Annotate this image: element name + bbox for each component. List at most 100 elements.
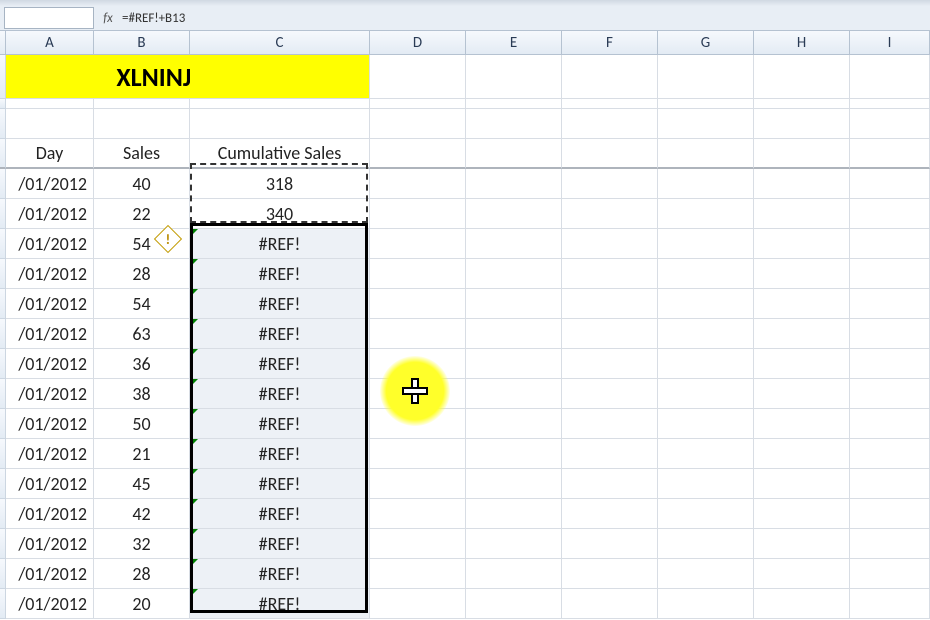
cell[interactable]: [850, 139, 930, 169]
cell-ref-error[interactable]: #REF!: [190, 589, 370, 619]
cell[interactable]: [466, 259, 562, 289]
cell[interactable]: [850, 289, 930, 319]
cell[interactable]: [658, 109, 754, 139]
cell[interactable]: [94, 109, 190, 139]
cell[interactable]: [370, 319, 466, 349]
cell[interactable]: [658, 469, 754, 499]
column-header-A[interactable]: A: [6, 31, 94, 54]
cell[interactable]: [466, 439, 562, 469]
cell[interactable]: [6, 109, 94, 139]
column-header-E[interactable]: E: [466, 31, 562, 54]
cell[interactable]: [850, 409, 930, 439]
banner-cell[interactable]: XLNINJA.com: [94, 55, 190, 99]
cell[interactable]: [658, 379, 754, 409]
cell[interactable]: [658, 99, 754, 109]
spreadsheet-grid[interactable]: XLNINJA.comDaySalesCumulative Sales/01/2…: [0, 55, 930, 619]
cell-sales[interactable]: 63: [94, 319, 190, 349]
cell[interactable]: [850, 259, 930, 289]
cell[interactable]: [466, 349, 562, 379]
cell[interactable]: [466, 379, 562, 409]
cell[interactable]: [754, 469, 850, 499]
cell[interactable]: [466, 109, 562, 139]
cell[interactable]: [370, 289, 466, 319]
fx-icon[interactable]: fx: [94, 11, 122, 26]
cell[interactable]: [370, 55, 466, 99]
cell[interactable]: [658, 349, 754, 379]
cell[interactable]: [658, 199, 754, 229]
cell[interactable]: [754, 109, 850, 139]
cell-sales[interactable]: 32: [94, 529, 190, 559]
cell[interactable]: [562, 379, 658, 409]
cell[interactable]: [754, 349, 850, 379]
cell[interactable]: [754, 259, 850, 289]
cell[interactable]: [658, 529, 754, 559]
cell[interactable]: [754, 439, 850, 469]
cell[interactable]: [370, 99, 466, 109]
cell-ref-error[interactable]: #REF!: [190, 379, 370, 409]
cell[interactable]: [466, 529, 562, 559]
cell-sales[interactable]: 28: [94, 259, 190, 289]
cell[interactable]: [466, 199, 562, 229]
cell[interactable]: [466, 559, 562, 589]
cell[interactable]: [850, 349, 930, 379]
cell-sales[interactable]: 50: [94, 409, 190, 439]
cell[interactable]: [658, 259, 754, 289]
cell[interactable]: [562, 319, 658, 349]
cell[interactable]: [562, 55, 658, 99]
cell[interactable]: [850, 109, 930, 139]
cell-sales[interactable]: 38: [94, 379, 190, 409]
cell[interactable]: [850, 529, 930, 559]
cell-sales[interactable]: 54: [94, 289, 190, 319]
cell[interactable]: [850, 559, 930, 589]
cell[interactable]: [562, 139, 658, 169]
cell-day[interactable]: /01/2012: [6, 349, 94, 379]
cell-day[interactable]: /01/2012: [6, 589, 94, 619]
cell-sales[interactable]: 28: [94, 559, 190, 589]
cell[interactable]: [466, 229, 562, 259]
cell[interactable]: [466, 499, 562, 529]
cell[interactable]: [370, 109, 466, 139]
cell[interactable]: [658, 559, 754, 589]
cell[interactable]: [370, 469, 466, 499]
cell[interactable]: [850, 379, 930, 409]
column-header-G[interactable]: G: [658, 31, 754, 54]
cell-day[interactable]: /01/2012: [6, 439, 94, 469]
cell-day[interactable]: /01/2012: [6, 409, 94, 439]
formula-input[interactable]: =#REF!+B13: [122, 11, 930, 26]
cell[interactable]: [850, 319, 930, 349]
cell[interactable]: [466, 589, 562, 619]
cell[interactable]: [562, 99, 658, 109]
cell-ref-error[interactable]: #REF!: [190, 259, 370, 289]
cell[interactable]: [850, 99, 930, 109]
cell[interactable]: [754, 99, 850, 109]
cell-cum[interactable]: 340: [190, 199, 370, 229]
cell[interactable]: [466, 169, 562, 199]
column-header-F[interactable]: F: [562, 31, 658, 54]
cell[interactable]: [658, 169, 754, 199]
cell[interactable]: [562, 559, 658, 589]
name-box[interactable]: [4, 7, 94, 29]
cell[interactable]: [370, 559, 466, 589]
cell[interactable]: [562, 589, 658, 619]
cell-ref-error[interactable]: #REF!: [190, 439, 370, 469]
cell[interactable]: [754, 289, 850, 319]
cell[interactable]: [370, 169, 466, 199]
cell-sales[interactable]: 21: [94, 439, 190, 469]
cell[interactable]: [370, 499, 466, 529]
cell-ref-error[interactable]: #REF!: [190, 319, 370, 349]
cell[interactable]: [562, 169, 658, 199]
cell[interactable]: [658, 439, 754, 469]
cell[interactable]: [562, 529, 658, 559]
cell[interactable]: [6, 99, 94, 109]
cell[interactable]: [754, 499, 850, 529]
cell[interactable]: [754, 229, 850, 259]
cell-ref-error[interactable]: #REF!: [190, 559, 370, 589]
cell-day[interactable]: /01/2012: [6, 469, 94, 499]
cell-day[interactable]: /01/2012: [6, 319, 94, 349]
cell[interactable]: [562, 289, 658, 319]
cell[interactable]: [658, 589, 754, 619]
cell[interactable]: [754, 559, 850, 589]
cell-day[interactable]: /01/2012: [6, 229, 94, 259]
cell-day[interactable]: /01/2012: [6, 529, 94, 559]
cell[interactable]: [754, 55, 850, 99]
